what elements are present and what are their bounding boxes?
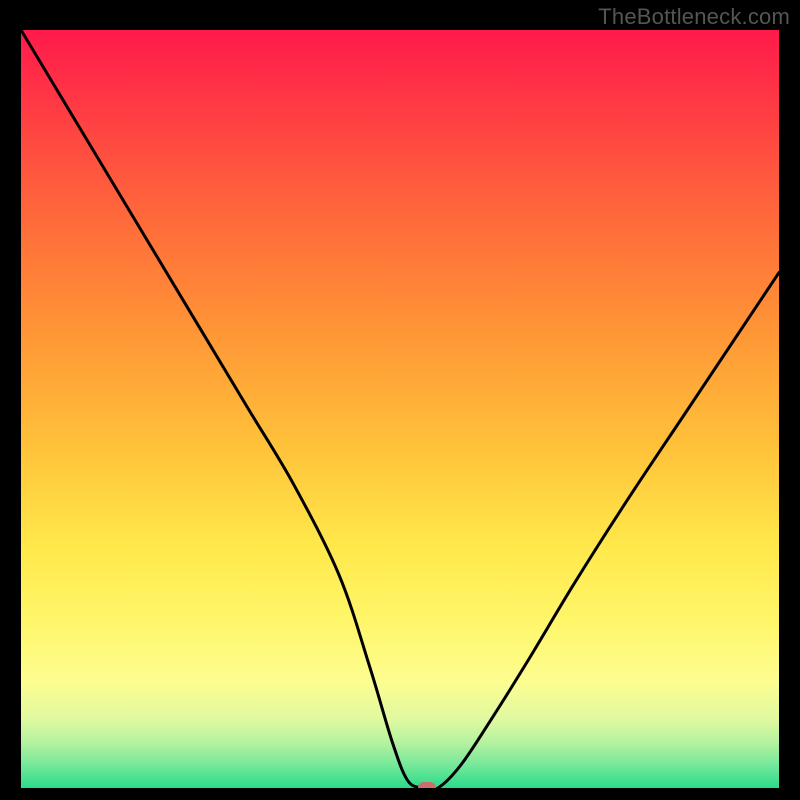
chart-frame: TheBottleneck.com bbox=[0, 0, 800, 800]
watermark-text: TheBottleneck.com bbox=[598, 4, 790, 30]
plot-area bbox=[21, 30, 779, 788]
minimum-marker bbox=[418, 782, 436, 788]
bottleneck-curve bbox=[21, 30, 779, 788]
curve-path bbox=[21, 30, 779, 788]
